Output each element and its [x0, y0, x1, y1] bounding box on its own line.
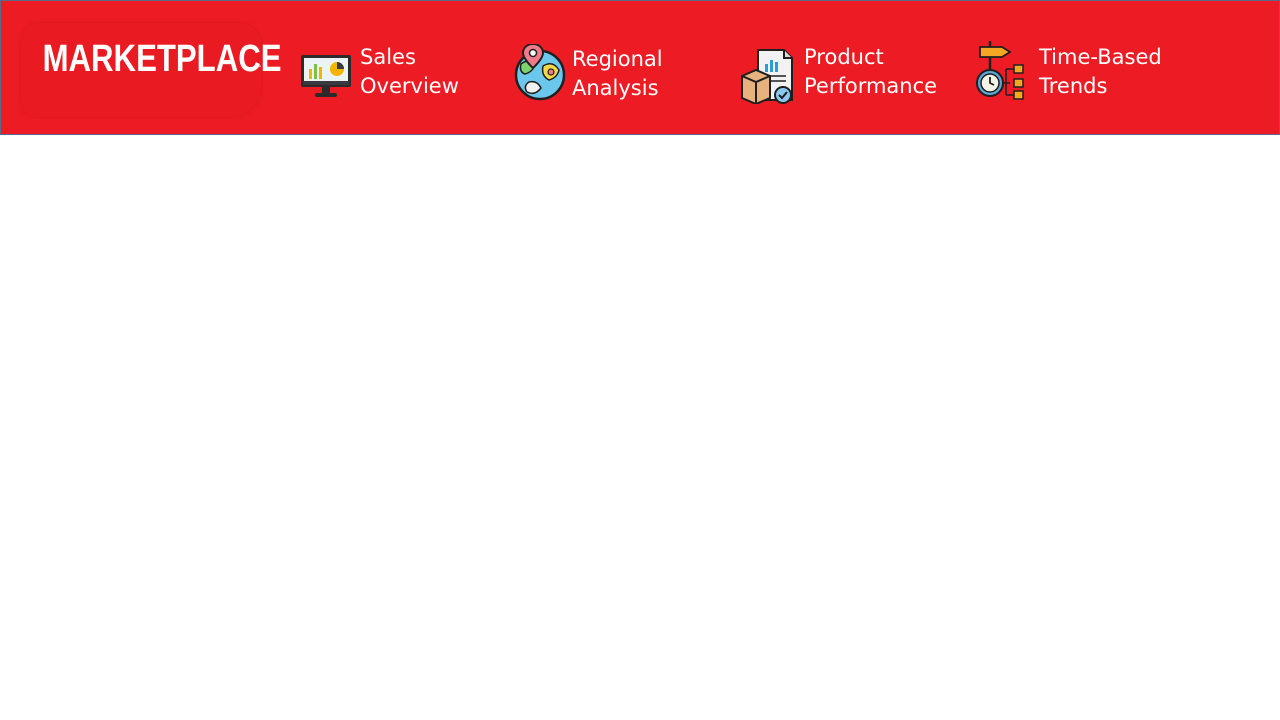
logo-text: MARKETPLACE — [42, 38, 282, 80]
monitor-chart-icon — [301, 55, 351, 97]
clock-flow-icon — [976, 41, 1024, 100]
nav-label-regional-analysis: Regional Analysis — [572, 47, 663, 100]
nav-label-time-based-trends: Time-Based Trends — [1039, 45, 1162, 98]
marketplace-logo[interactable]: MARKETPLACE ™ — [21, 23, 282, 117]
nav-label-sales-overview: Sales Overview — [360, 45, 459, 98]
globe-location-icon — [514, 44, 566, 101]
package-report-icon — [741, 49, 793, 104]
logo-trademark: ™ — [256, 65, 262, 72]
nav-item-time-based-trends[interactable]: Time-Based Trends — [976, 37, 1196, 109]
nav-item-regional-analysis[interactable]: Regional Analysis — [513, 37, 713, 109]
nav-item-sales-overview[interactable]: Sales Overview — [299, 37, 479, 109]
top-header-bar: MARKETPLACE ™ Sales Overview Regional An… — [0, 0, 1280, 135]
main-content-area — [0, 135, 1280, 720]
nav-label-product-performance: Product Performance — [804, 45, 938, 98]
nav-item-product-performance[interactable]: Product Performance — [740, 37, 960, 109]
